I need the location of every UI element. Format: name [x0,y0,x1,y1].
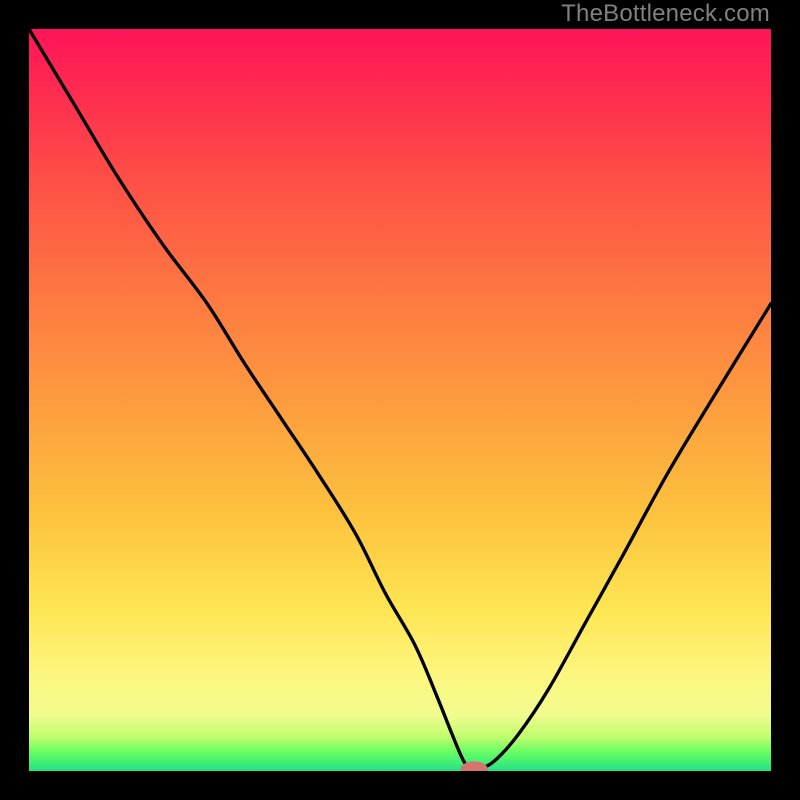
plot-area [29,29,771,771]
gradient-background [29,29,771,771]
bottleneck-chart [29,29,771,771]
chart-frame: TheBottleneck.com [0,0,800,800]
watermark-text: TheBottleneck.com [561,0,770,28]
